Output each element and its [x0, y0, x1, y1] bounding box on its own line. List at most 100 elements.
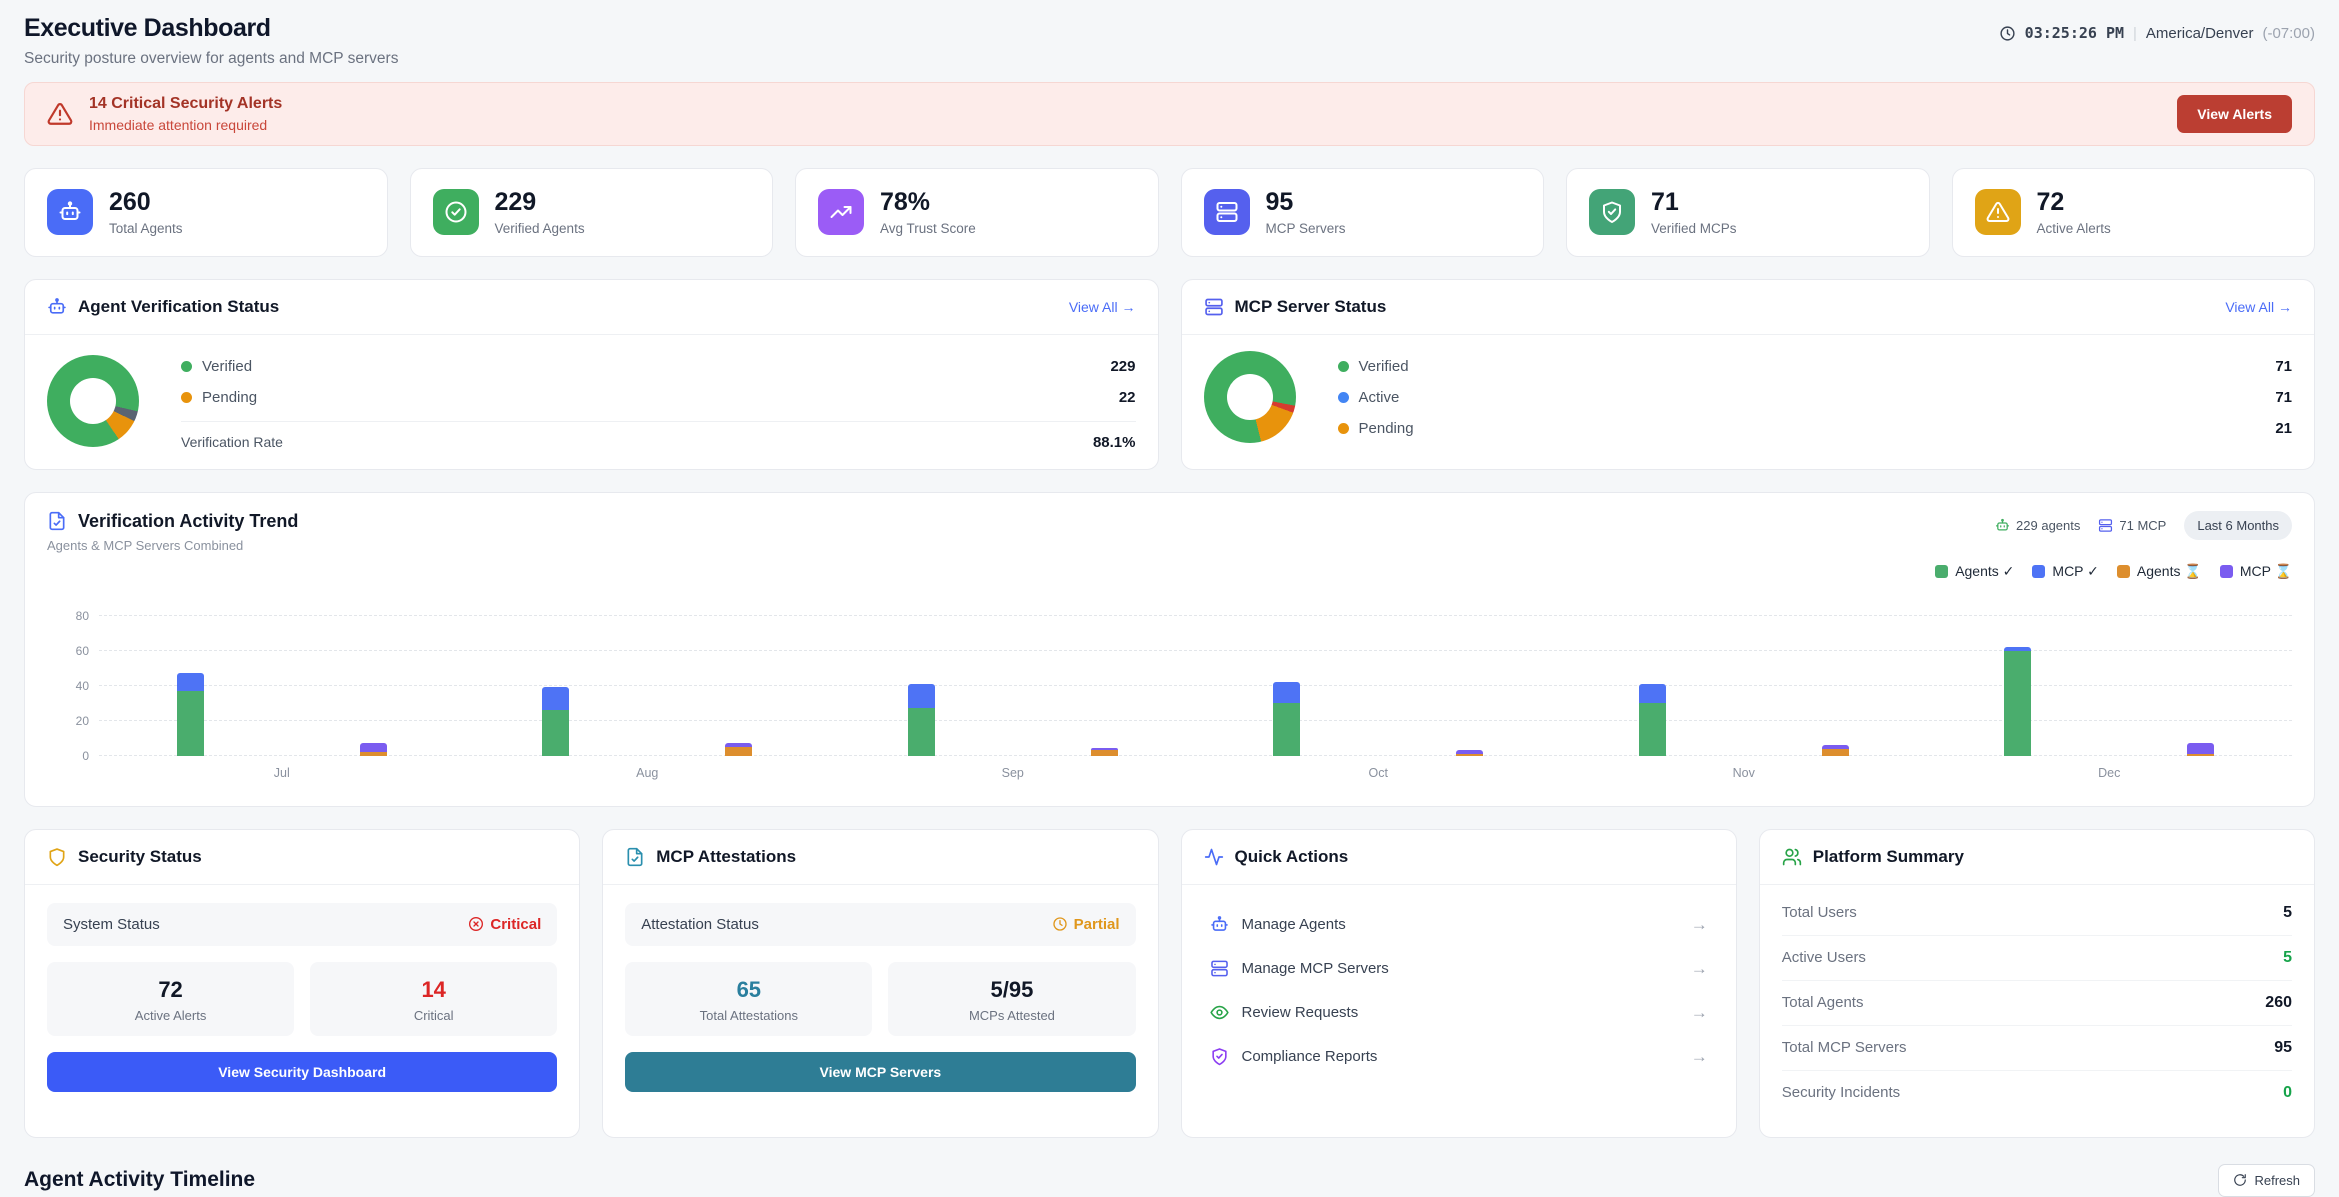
view-alerts-button[interactable]: View Alerts — [2177, 95, 2292, 133]
summary-label: Active Users — [1782, 949, 2283, 966]
shield-icon — [47, 847, 67, 867]
legend-value: 71 — [2275, 358, 2292, 375]
legend-label: Verified — [202, 358, 1110, 375]
stat-card-avg-trust-score: 78% Avg Trust Score — [795, 168, 1159, 257]
executive-dashboard-page: Executive Dashboard Security posture ove… — [0, 0, 2339, 1197]
summary-value: 260 — [2265, 994, 2292, 1012]
summary-row-total-users: Total Users 5 — [1782, 891, 2292, 936]
view-all-agents-link[interactable]: View All → — [1069, 299, 1136, 315]
total-attestations-label: Total Attestations — [633, 1008, 864, 1023]
stat-card-row: 260 Total Agents 229 Verified Agents 78%… — [24, 168, 2315, 257]
stacked-bar-dec-verified — [2004, 647, 2031, 756]
stat-value: 72 — [2037, 189, 2111, 217]
refresh-button[interactable]: Refresh — [2218, 1164, 2315, 1197]
active-alerts-label: Active Alerts — [55, 1008, 286, 1023]
divider: | — [2133, 25, 2137, 42]
y-axis-tick: 60 — [47, 644, 89, 658]
summary-label: Total Users — [1782, 904, 2283, 921]
chart-legend-item: Agents ⌛ — [2117, 563, 2202, 580]
quick-action-review-requests[interactable]: Review Requests → — [1204, 991, 1714, 1035]
users-icon — [1782, 847, 1802, 867]
legend-swatch — [2220, 565, 2233, 578]
attestation-status-label: Attestation Status — [641, 916, 1051, 933]
arrow-right-icon: → — [1691, 1047, 1708, 1067]
view-security-dashboard-button[interactable]: View Security Dashboard — [47, 1052, 557, 1092]
legend-swatch — [2117, 565, 2130, 578]
mcp-attestations-card: MCP Attestations Attestation Status Part… — [602, 829, 1158, 1138]
stat-label: Total Agents — [109, 221, 183, 236]
server-icon — [1204, 297, 1224, 317]
view-mcp-servers-button[interactable]: View MCP Servers — [625, 1052, 1135, 1092]
attestation-status-badge: Partial — [1052, 916, 1120, 933]
stat-label: Verified MCPs — [1651, 221, 1737, 236]
robot-icon — [1210, 915, 1229, 934]
stat-value: 260 — [109, 189, 183, 217]
stacked-bar-oct-verified — [1273, 682, 1300, 756]
stacked-bar-aug-pending — [725, 743, 752, 755]
x-axis-label: Oct — [1196, 766, 1562, 780]
legend-swatch — [1935, 565, 1948, 578]
legend-dot — [1338, 392, 1349, 403]
stat-label: Avg Trust Score — [880, 221, 976, 236]
agent-verification-donut-chart — [47, 355, 139, 447]
verification-rate-row: Verification Rate 88.1% — [181, 421, 1136, 451]
server-icon — [2098, 518, 2113, 533]
x-axis-label: Aug — [465, 766, 831, 780]
view-all-mcp-link[interactable]: View All → — [2225, 299, 2292, 315]
legend-label: Pending — [1359, 420, 2276, 437]
chart-legend-item: Agents ✓ — [1935, 563, 2014, 580]
stacked-bar-oct-pending — [1456, 750, 1483, 755]
critical-alert-banner: 14 Critical Security Alerts Immediate at… — [24, 82, 2315, 146]
summary-value: 5 — [2283, 904, 2292, 922]
critical-value: 14 — [318, 977, 549, 1003]
arrow-right-icon: → — [1691, 959, 1708, 979]
legend-dot — [181, 361, 192, 372]
legend-row-verified: Verified 71 — [1338, 351, 2293, 382]
quick-actions-card: Quick Actions Manage Agents → Manage MCP… — [1181, 829, 1737, 1138]
summary-row-active-users: Active Users 5 — [1782, 936, 2292, 981]
quick-action-manage-mcp-servers[interactable]: Manage MCP Servers → — [1204, 947, 1714, 991]
stat-card-active-alerts: 72 Active Alerts — [1952, 168, 2316, 257]
quick-action-manage-agents[interactable]: Manage Agents → — [1204, 903, 1714, 947]
legend-value: 22 — [1119, 389, 1136, 406]
legend-value: 229 — [1110, 358, 1135, 375]
current-time: 03:25:26 PM — [2025, 24, 2124, 42]
stat-card-mcp-servers: 95 MCP Servers — [1181, 168, 1545, 257]
trend-card-subtitle: Agents & MCP Servers Combined — [47, 538, 1995, 553]
chart-group-sep: Sep — [830, 588, 1196, 756]
stat-value: 95 — [1266, 189, 1346, 217]
mcps-attested-box: 5/95 MCPs Attested — [888, 962, 1135, 1036]
quick-action-label: Manage Agents — [1242, 916, 1678, 933]
bar-segment — [177, 673, 204, 691]
chart-group-jul: Jul — [99, 588, 465, 756]
alert-triangle-icon — [1975, 189, 2021, 235]
period-filter-pill[interactable]: Last 6 Months — [2184, 511, 2292, 540]
stat-card-total-agents: 260 Total Agents — [24, 168, 388, 257]
x-circle-icon — [468, 916, 484, 932]
chart-legend: Agents ✓ MCP ✓ Agents ⌛ MCP ⌛ — [25, 559, 2314, 580]
card-title: Platform Summary — [1813, 847, 2292, 867]
legend-row-pending: Pending 21 — [1338, 413, 2293, 444]
bar-segment — [908, 684, 935, 709]
summary-value: 0 — [2283, 1084, 2292, 1102]
card-title: Quick Actions — [1235, 847, 1714, 867]
system-status-row: System Status Critical — [47, 903, 557, 946]
refresh-icon — [2233, 1173, 2247, 1187]
utc-offset: (-07:00) — [2262, 25, 2315, 42]
legend-label: Pending — [202, 389, 1119, 406]
critical-label: Critical — [318, 1008, 549, 1023]
bar-segment — [1822, 749, 1849, 756]
summary-row-security-incidents: Security Incidents 0 — [1782, 1071, 2292, 1115]
alert-banner-subtitle: Immediate attention required — [89, 117, 2177, 133]
arrow-right-icon: → — [1691, 1003, 1708, 1023]
x-axis-label: Sep — [830, 766, 1196, 780]
activity-icon — [1204, 847, 1224, 867]
agent-verification-status-card: Agent Verification Status View All → Ver… — [24, 279, 1159, 470]
quick-action-compliance-reports[interactable]: Compliance Reports → — [1204, 1035, 1714, 1079]
platform-summary-card: Platform Summary Total Users 5 Active Us… — [1759, 829, 2315, 1138]
legend-row-active: Active 71 — [1338, 382, 2293, 413]
stat-card-verified-agents: 229 Verified Agents — [410, 168, 774, 257]
x-axis-label: Jul — [99, 766, 465, 780]
y-axis-tick: 80 — [47, 609, 89, 623]
timezone-label: America/Denver — [2146, 25, 2254, 42]
